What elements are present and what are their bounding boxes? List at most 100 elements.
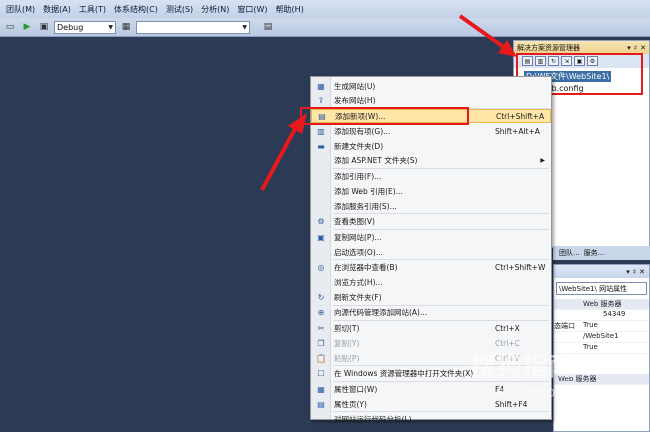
- menu-architecture[interactable]: 体系结构(C): [110, 4, 162, 15]
- menu-item-0[interactable]: ▦ 生成网站(U): [311, 79, 551, 93]
- config-value: Debug: [57, 22, 84, 32]
- menu-item-label: 发布网站(H): [334, 96, 376, 106]
- toolbar-extra-icon[interactable]: ▤: [261, 20, 275, 34]
- menu-analyze[interactable]: 分析(N): [197, 4, 233, 15]
- panel-menu-icon[interactable]: ▾: [626, 268, 630, 276]
- menu-item-8[interactable]: 添加服务引用(S)...: [311, 199, 551, 213]
- chevron-down-icon: ▼: [108, 23, 113, 31]
- menu-item-label: 刷新文件夹(F): [334, 292, 382, 302]
- lower-tab-strip: 团队... 服务...: [553, 246, 650, 260]
- menu-item-label: 属性页(Y): [334, 399, 367, 409]
- properties-object: \WebSite1\ 网站属性: [559, 284, 628, 293]
- menu-item-label: 对网站运行代码分析(L): [334, 415, 412, 425]
- properties-object-combo[interactable]: \WebSite1\ 网站属性: [556, 282, 647, 295]
- paste-icon: 📋: [316, 353, 326, 363]
- menu-test[interactable]: 测试(S): [162, 4, 197, 15]
- menu-item-7[interactable]: 添加 Web 引用(E)...: [311, 184, 551, 198]
- menu-item-label: 添加现有项(G)...: [334, 126, 391, 136]
- menu-item-3[interactable]: ▥ 添加现有项(G)... Shift+Alt+A: [311, 124, 551, 138]
- menu-item-9[interactable]: ⚙ 查看类图(V): [311, 215, 551, 229]
- copy-icon: ❐: [317, 338, 325, 348]
- menu-item-label: 添加引用(F)...: [334, 171, 382, 181]
- panel-menu-icon[interactable]: ▾: [627, 44, 631, 52]
- property-row[interactable]: /WebSite1: [554, 332, 649, 343]
- menu-item-16[interactable]: ✂ 剪切(T) Ctrl+X: [311, 321, 551, 335]
- menu-item-label: 新建文件夹(D): [334, 141, 384, 151]
- menu-item-12[interactable]: ◎ 在浏览器中查看(B) Ctrl+Shift+W: [311, 261, 551, 275]
- publish-icon: ⇪: [317, 96, 325, 106]
- watermark-url: zhinan.sogou.com: [465, 383, 602, 401]
- copy-website-icon: ▣: [317, 232, 325, 242]
- pin-icon[interactable]: ♯: [634, 44, 637, 52]
- properties-title-bar: ▾ ♯ ✕: [554, 265, 649, 278]
- menu-item-label: 添加服务引用(S)...: [334, 201, 397, 211]
- chevron-down-icon: ▼: [242, 23, 247, 31]
- pin-icon[interactable]: ♯: [633, 268, 636, 276]
- class-diagram-icon: ⚙: [317, 217, 325, 227]
- menu-item-shortcut: Ctrl+X: [495, 323, 520, 333]
- property-category: Web 服务器: [554, 299, 649, 310]
- source-control-icon: ⊕: [317, 308, 325, 318]
- add-existing-item-icon: ▥: [317, 126, 325, 136]
- tab-team-explorer[interactable]: 团队...: [559, 248, 580, 258]
- menu-item-label: 复制网站(P)...: [334, 232, 382, 242]
- menu-item-14[interactable]: ↻ 刷新文件夹(F): [311, 290, 551, 304]
- menu-item-label: 查看类图(V): [334, 217, 375, 227]
- submenu-arrow-icon: ▶: [540, 157, 545, 165]
- menu-help[interactable]: 帮助(H): [272, 4, 308, 15]
- find-icon[interactable]: ▦: [119, 20, 133, 34]
- menu-item-shortcut: Shift+Alt+A: [495, 126, 540, 136]
- close-icon[interactable]: ✕: [639, 268, 645, 276]
- menu-item-label: 向源代码管理添加网站(A)...: [334, 308, 428, 318]
- property-row[interactable]: 态端口 True: [554, 321, 649, 332]
- menu-data[interactable]: 数据(A): [39, 4, 75, 15]
- solution-explorer-title: 解决方案资源管理器: [517, 43, 580, 52]
- menu-item-shortcut: Ctrl+Shift+W: [495, 263, 546, 273]
- menu-item-label: 在浏览器中查看(B): [334, 263, 398, 273]
- menu-item-label: 生成网站(U): [334, 81, 376, 91]
- browser-view-icon: ◎: [317, 263, 325, 273]
- config-combo[interactable]: Debug ▼: [54, 20, 116, 34]
- menu-item-label: 添加 Web 引用(E)...: [334, 186, 403, 196]
- menu-item-4[interactable]: ▬ 新建文件夹(D): [311, 139, 551, 153]
- refresh-icon: ↻: [317, 292, 325, 302]
- properties-window-icon: ▦: [317, 384, 325, 394]
- menu-item-shortcut: Ctrl+Shift+A: [496, 111, 545, 121]
- start-debug-icon[interactable]: ▶: [20, 20, 34, 34]
- close-icon[interactable]: ✕: [640, 44, 646, 52]
- annotation-box-add-new-item: [300, 107, 469, 125]
- menu-item-11[interactable]: 启动选项(O)...: [311, 245, 551, 259]
- menu-item-label: 复制(Y): [334, 338, 360, 348]
- build-icon: ▦: [317, 81, 325, 91]
- menu-item-1[interactable]: ⇪ 发布网站(H): [311, 94, 551, 108]
- toolbar: ▭ ▶ ▣ Debug ▼ ▦ ▼ ▤: [0, 18, 650, 37]
- menu-tools[interactable]: 工具(T): [75, 4, 110, 15]
- explorer-icon: ☐: [317, 369, 325, 379]
- menu-item-15[interactable]: ⊕ 向源代码管理添加网站(A)...: [311, 306, 551, 320]
- menu-item-5[interactable]: 添加 ASP.NET 文件夹(S) ▶: [311, 154, 551, 168]
- menu-item-label: 添加 ASP.NET 文件夹(S): [334, 156, 418, 166]
- menu-window[interactable]: 窗口(W): [233, 4, 271, 15]
- menu-item-label: 启动选项(O)...: [334, 247, 383, 257]
- menu-item-6[interactable]: 添加引用(F)...: [311, 169, 551, 183]
- property-pages-icon: ▤: [317, 399, 325, 409]
- menu-item-label: 剪切(T): [334, 323, 360, 333]
- toolbar-comment-icon[interactable]: ▭: [3, 20, 17, 34]
- new-folder-icon: ▬: [317, 141, 325, 151]
- property-row[interactable]: 54349: [554, 310, 649, 321]
- menu-item-label: 粘贴(P): [334, 353, 360, 363]
- arrow-to-menu-item: [260, 126, 298, 191]
- config-icon: ▣: [39, 22, 49, 32]
- search-combo[interactable]: ▼: [136, 20, 250, 34]
- tab-server-explorer[interactable]: 服务...: [584, 248, 605, 258]
- menu-item-label: 浏览方式(H)...: [334, 277, 383, 287]
- menu-item-label: 在 Windows 资源管理器中打开文件夹(X): [334, 369, 474, 379]
- menu-item-label: 属性窗口(W): [334, 384, 378, 394]
- cut-icon: ✂: [317, 323, 325, 333]
- menu-item-22[interactable]: 对网站运行代码分析(L): [311, 413, 551, 427]
- menu-bar: 团队(M) 数据(A) 工具(T) 体系结构(C) 测试(S) 分析(N) 窗口…: [0, 0, 650, 18]
- menu-item-10[interactable]: ▣ 复制网站(P)...: [311, 230, 551, 244]
- menu-team[interactable]: 团队(M): [2, 4, 39, 15]
- menu-item-13[interactable]: 浏览方式(H)...: [311, 275, 551, 289]
- watermark-brand: 搜狗指南: [470, 352, 575, 382]
